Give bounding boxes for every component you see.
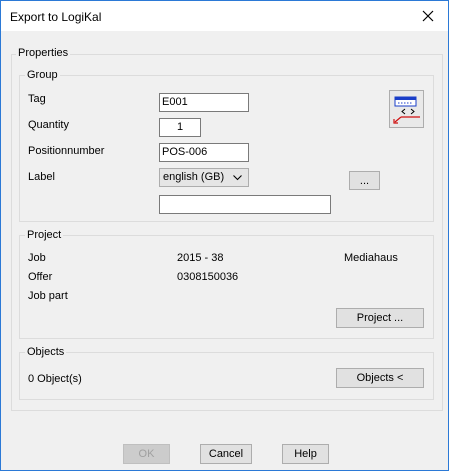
project-button[interactable]: Project ... (336, 308, 424, 328)
label-label: Label (28, 171, 55, 183)
close-button[interactable] (418, 6, 438, 26)
position-label: Positionnumber (28, 145, 105, 157)
objects-count: 0 Object(s) (28, 373, 82, 385)
objects-button[interactable]: Objects < (336, 368, 424, 388)
project-box-label: Project (25, 229, 64, 241)
quantity-label: Quantity (28, 119, 69, 131)
close-icon (422, 10, 434, 22)
objects-box-label: Objects (25, 346, 67, 358)
cancel-button[interactable]: Cancel (200, 444, 252, 464)
export-logikal-button[interactable] (389, 90, 424, 128)
job-label: Job (28, 252, 46, 264)
jobpart-label: Job part (28, 290, 68, 302)
language-select[interactable]: english (GB) (159, 168, 249, 187)
window-title: Export to LogiKal (10, 10, 102, 24)
ok-button[interactable]: OK (123, 444, 170, 464)
offer-value: 0308150036 (177, 271, 239, 283)
language-select-value: english (GB) (163, 171, 225, 183)
export-logikal-icon (392, 96, 420, 124)
quantity-field[interactable]: 1 (159, 118, 201, 137)
browse-button[interactable]: ... (349, 171, 380, 190)
group-box-label: Group (25, 69, 60, 81)
job-value: 2015 - 38 (177, 252, 224, 264)
position-field[interactable]: POS-006 (159, 143, 249, 162)
export-dialog: Export to LogiKal Properties Group Tag E… (0, 0, 449, 471)
help-button[interactable]: Help (282, 444, 329, 464)
tag-field[interactable]: E001 (159, 93, 249, 112)
job-name: Mediahaus (344, 252, 398, 264)
title-bar: Export to LogiKal (1, 1, 448, 31)
properties-group-label: Properties (16, 47, 71, 59)
offer-label: Offer (28, 271, 53, 283)
tag-label: Tag (28, 93, 46, 105)
label-field[interactable] (159, 195, 331, 214)
chevron-down-icon (233, 175, 242, 181)
